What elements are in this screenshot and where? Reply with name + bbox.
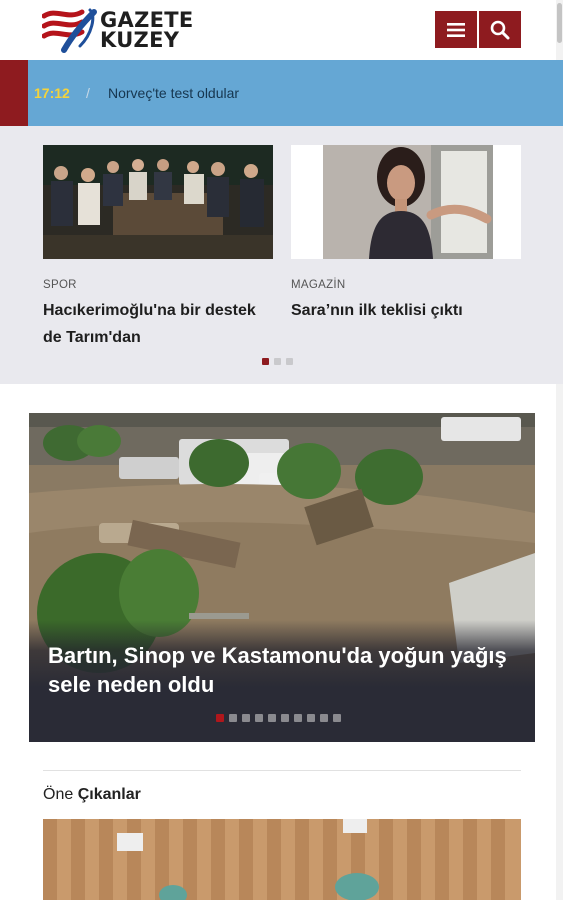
site-header: GAZETE KUZEY — [0, 0, 563, 60]
logo-text: GAZETE KUZEY — [100, 8, 194, 52]
pagination-dot[interactable] — [262, 358, 269, 365]
search-icon — [490, 20, 510, 39]
menu-button[interactable] — [435, 11, 477, 48]
featured-title-bold: Çıkanlar — [77, 786, 141, 803]
top-slider-pagination — [262, 358, 293, 365]
pagination-dot[interactable] — [255, 714, 263, 722]
pagination-dot[interactable] — [307, 714, 315, 722]
news-card-image[interactable] — [291, 145, 521, 259]
pagination-dot[interactable] — [268, 714, 276, 722]
ticker-separator: / — [86, 85, 90, 101]
pagination-dot[interactable] — [229, 714, 237, 722]
pagination-dot[interactable] — [333, 714, 341, 722]
featured-title-light: Öne — [43, 786, 74, 803]
news-card-category[interactable]: MAGAZİN — [291, 279, 521, 291]
logo-wave-icon — [42, 8, 97, 53]
group-photo-image — [43, 145, 273, 259]
page-scrollbar-thumb[interactable] — [557, 3, 562, 43]
featured-news-image[interactable] — [43, 819, 521, 900]
news-card-image[interactable] — [43, 145, 273, 259]
pagination-dot[interactable] — [216, 714, 224, 722]
logo-line-1: GAZETE — [100, 8, 194, 32]
site-logo[interactable]: GAZETE KUZEY — [42, 6, 202, 54]
hero-slider-pagination — [216, 714, 341, 722]
news-card-title[interactable]: Hacıkerimoğlu'na bir destek de Tarım'dan — [43, 297, 273, 351]
news-card-title[interactable]: Sara’nın ilk teklisi çıktı — [291, 297, 521, 324]
pagination-dot[interactable] — [286, 358, 293, 365]
hamburger-menu-icon — [447, 22, 465, 37]
search-button[interactable] — [479, 11, 521, 48]
ticker-time: 17:12 — [34, 85, 70, 101]
featured-section-title: Öne Çıkanlar — [43, 786, 141, 804]
pagination-dot[interactable] — [281, 714, 289, 722]
pagination-dot[interactable] — [320, 714, 328, 722]
ticker-headline-link[interactable]: Norveç'te test oldular — [108, 85, 239, 101]
breaking-news-ticker — [0, 60, 563, 126]
news-card-sports[interactable]: SPOR Hacıkerimoğlu'na bir destek de Tarı… — [43, 145, 273, 351]
pagination-dot[interactable] — [294, 714, 302, 722]
ticker-accent-bar — [0, 60, 28, 126]
page: GAZETE KUZEY 17:12 / Norveç'te test oldu… — [0, 0, 563, 900]
portrait-photo-image — [291, 145, 521, 259]
news-card-category[interactable]: SPOR — [43, 279, 273, 291]
logo-line-2: KUZEY — [100, 28, 180, 52]
featured-photo-image — [43, 819, 521, 900]
hero-headline-title[interactable]: Bartın, Sinop ve Kastamonu'da yoğun yağı… — [48, 641, 518, 699]
pagination-dot[interactable] — [242, 714, 250, 722]
pagination-dot[interactable] — [274, 358, 281, 365]
section-divider — [43, 770, 521, 771]
news-card-magazine[interactable]: MAGAZİN Sara’nın ilk teklisi çıktı — [291, 145, 521, 324]
